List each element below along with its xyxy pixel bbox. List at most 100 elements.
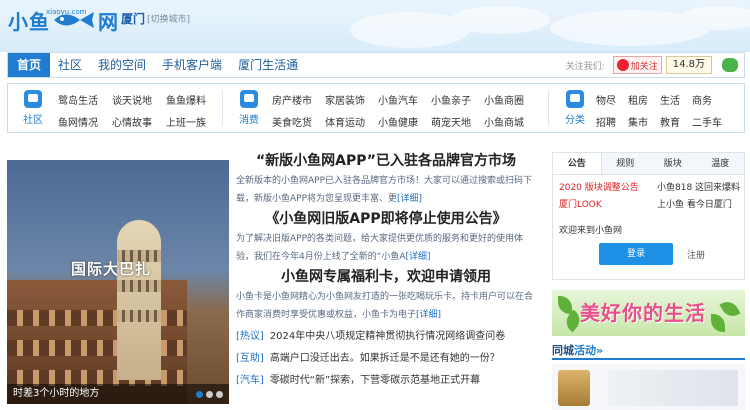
cloud-decoration [350,6,750,48]
list-item[interactable]: [互助] 高端户口没迁出去。如果拆迁是不是还有她的一份？ [236,348,536,370]
classify-icon [566,90,584,108]
category-link[interactable]: 上班一族 [166,114,220,129]
announcement-link[interactable]: 上小鱼 看今日厦门 [657,198,747,213]
category-link[interactable]: 小鱼商圈 [484,92,537,107]
local-activity-title[interactable]: 同城活动» [552,342,745,360]
category-link[interactable]: 家居装饰 [325,92,378,107]
featured-slideshow[interactable]: 国际大巴扎 时差3个小时的地方 [7,160,229,404]
category-link[interactable]: 体育运动 [325,114,378,129]
news-title[interactable]: 2024年中央八项规定精神贯彻执行情况网络调查问卷 [270,331,505,342]
news-more-link[interactable]: [详细] [397,194,422,204]
activity-image [608,370,738,406]
news-more-link[interactable]: [详细] [406,252,431,262]
weibo-follow-button[interactable]: 加关注 [612,56,662,74]
tab-boards[interactable]: 版块 [649,153,697,174]
category-link[interactable]: 鹭岛生活 [58,92,112,107]
category-link[interactable]: 小鱼健康 [378,114,431,129]
announcement-link[interactable]: 厦门LOOK [559,198,657,213]
category-link[interactable]: 小鱼商城 [484,114,537,129]
login-area: 登录 注册 [553,236,744,265]
news-headline[interactable]: 《小鱼网旧版APP即将停止使用公告》 [236,208,536,230]
divider [222,90,223,126]
category-link[interactable]: 美食吃货 [272,114,325,129]
tab-temperature[interactable]: 温度 [697,153,745,174]
category-link[interactable]: 房产楼市 [272,92,325,107]
category-title: 消费 [239,115,259,126]
tab-announcement[interactable]: 公告 [553,153,602,174]
announcement-link[interactable]: 小鱼818 这回来爆料 [657,181,747,196]
news-headline[interactable]: 小鱼网专属福利卡，欢迎申请领用 [236,266,536,288]
nav-item-my-space[interactable]: 我的空间 [90,53,154,77]
category-link[interactable]: 招聘 [596,114,628,129]
list-item[interactable]: [汽车] 零碳时代“新”探索，下营零碳示范基地正式开幕 [236,370,536,392]
headline-news: “新版小鱼网APP”已入驻各品牌官方市场 全新版本的小鱼网APP已入驻各品牌官方… [236,150,536,410]
leaf-decoration [558,296,572,314]
follow-area: 关注我们: 加关注 14.8万 [566,53,744,77]
main-nav: 首页 社区 我的空间 手机客户端 厦门生活通 关注我们: 加关注 14.8万 [7,52,745,78]
category-link[interactable]: 谈天说地 [112,92,166,107]
category-link[interactable]: 二手车 [692,114,732,129]
news-more-link[interactable]: [详细] [416,310,441,320]
category-link[interactable]: 小鱼汽车 [378,92,431,107]
city-switch-link[interactable]: [切换城市] [147,12,190,25]
category-link[interactable]: 租房 [628,92,660,107]
activity-thumbnail[interactable] [552,364,745,410]
nav-item-community[interactable]: 社区 [50,53,90,77]
category-links: 房产楼市 家居装饰 小鱼汽车 小鱼亲子 小鱼商圈 美食吃货 体育运动 小鱼健康 … [272,92,537,129]
list-item[interactable]: [热议] 2024年中央八项规定精神贯彻执行情况网络调查问卷 [236,326,536,348]
category-title: 分类 [565,115,585,126]
news-summary-text: 全新版本的小鱼网APP已入驻各品牌官方市场！大家可以通过搜索或扫码下载，新版小鱼… [236,176,533,204]
login-button[interactable]: 登录 [599,243,673,265]
category-link[interactable]: 心情故事 [112,114,166,129]
chat-icon [24,90,42,108]
category-link[interactable]: 小鱼亲子 [431,92,484,107]
register-link[interactable]: 注册 [687,248,705,261]
nav-item-mobile-client[interactable]: 手机客户端 [154,53,230,77]
announcement-list: 2020 版块调整公告 小鱼818 这回来爆料 厦门LOOK 上小鱼 看今日厦门 [553,175,744,213]
news-summary: 为了解决旧版APP的各类问题，给大家提供更优质的服务和更好的使用体验，我们在今年… [236,230,536,266]
building-sign: 国际大巴扎 [71,260,152,278]
category-link[interactable]: 鱼鱼爆料 [166,92,220,107]
site-header: 小鱼 xiaoyu.com 网 厦门 [切换城市] [0,0,750,52]
category-head-classified[interactable]: 分类 [560,88,590,126]
site-logo[interactable]: 小鱼 xiaoyu.com 网 [8,6,119,34]
banner-text: 美好你的生活 [580,301,706,325]
panel-tabs: 公告 规则 版块 温度 [553,153,744,175]
activity-image [558,370,590,406]
announcement-panel: 公告 规则 版块 温度 2020 版块调整公告 小鱼818 这回来爆料 厦门LO… [552,152,745,280]
slide-dot[interactable] [196,391,203,398]
tab-rules[interactable]: 规则 [602,153,650,174]
category-link[interactable]: 集市 [628,114,660,129]
category-link[interactable]: 鱼网情况 [58,114,112,129]
news-summary-text: 为了解决旧版APP的各类问题，给大家提供更优质的服务和更好的使用体验，我们在今年… [236,234,524,262]
announcement-link[interactable]: 2020 版块调整公告 [559,181,657,196]
category-link[interactable]: 商务 [692,92,732,107]
news-title[interactable]: 高端户口没迁出去。如果拆迁是不是还有她的一份？ [270,353,500,364]
life-banner[interactable]: 美好你的生活 [552,290,745,336]
news-tag[interactable]: [热议] [236,331,264,342]
slide-dot[interactable] [206,391,213,398]
activity-title-left: 同城 [552,344,574,357]
slide-dot[interactable] [216,391,223,398]
category-bar: 社区 鹭岛生活 谈天说地 鱼鱼爆料 鱼网情况 心情故事 上班一族 消费 房产楼市… [7,83,745,133]
news-tag[interactable]: [互助] [236,353,264,364]
category-head-community[interactable]: 社区 [18,88,48,126]
news-headline[interactable]: “新版小鱼网APP”已入驻各品牌官方市场 [236,150,536,172]
category-links: 鹭岛生活 谈天说地 鱼鱼爆料 鱼网情况 心情故事 上班一族 [58,92,220,129]
tower-shape [117,220,161,380]
category-link[interactable]: 生活 [660,92,692,107]
news-tag[interactable]: [汽车] [236,375,264,386]
news-summary: 小鱼卡是小鱼网精心为小鱼网友打造的一张吃喝玩乐卡。持卡用户可以在合作商家消费时享… [236,288,536,324]
divider [548,90,549,126]
category-head-consume[interactable]: 消费 [234,88,264,126]
news-title[interactable]: 零碳时代“新”探索，下营零碳示范基地正式开幕 [270,375,480,386]
wechat-icon[interactable] [722,58,738,72]
weibo-follow-label: 加关注 [630,61,658,72]
nav-item-life-guide[interactable]: 厦门生活通 [230,53,306,77]
category-link[interactable]: 教育 [660,114,692,129]
follower-count: 14.8万 [665,56,712,74]
nav-item-home[interactable]: 首页 [8,53,51,77]
category-link[interactable]: 萌宠天地 [431,114,484,129]
category-link[interactable]: 物尽 [596,92,628,107]
follow-label: 关注我们: [565,61,605,72]
